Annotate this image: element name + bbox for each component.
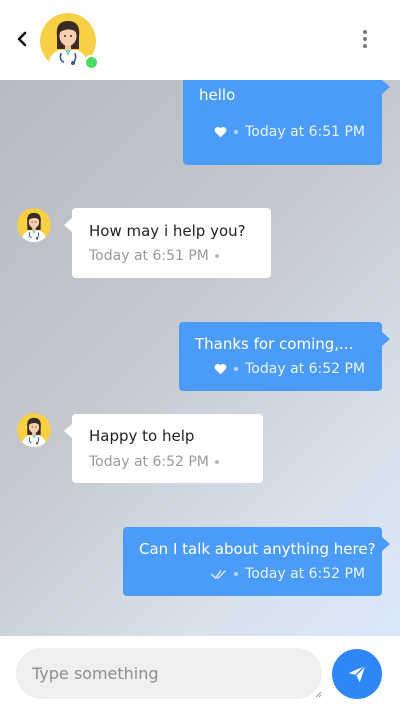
message-bubble-incoming[interactable]: Happy to help Today at 6:52 PM	[64, 414, 263, 483]
message-text: Thanks for coming,...	[195, 335, 354, 353]
heart-icon	[214, 126, 227, 138]
message-text: hello	[199, 86, 236, 104]
message-input[interactable]	[16, 648, 322, 699]
message-time: Today at 6:52 PM	[245, 566, 365, 582]
message-bubble-outgoing[interactable]: hello Today at 6:51 PM	[183, 80, 390, 165]
message-meta: Today at 6:52 PM	[211, 566, 365, 582]
more-vertical-icon	[356, 30, 374, 48]
resize-handle-icon	[315, 691, 322, 698]
message-meta: Today at 6:51 PM	[89, 248, 219, 264]
message-composer	[0, 636, 400, 710]
send-icon	[348, 665, 366, 683]
message-bubble-outgoing[interactable]: Can I talk about anything here? Today at…	[123, 527, 390, 596]
send-button[interactable]	[332, 649, 382, 699]
back-button[interactable]	[12, 26, 34, 52]
message-text: Can I talk about anything here?	[139, 540, 376, 558]
message-list[interactable]: hello Today at 6:51 PM How may i help yo…	[0, 80, 400, 636]
message-time: Today at 6:51 PM	[245, 124, 365, 140]
contact-avatar-small	[17, 208, 51, 242]
double-check-icon	[211, 569, 227, 579]
message-bubble-incoming[interactable]: How may i help you? Today at 6:51 PM	[64, 208, 271, 278]
message-time: Today at 6:51 PM	[89, 248, 209, 264]
chat-header	[0, 0, 400, 80]
more-options-button[interactable]	[356, 28, 374, 54]
message-meta: Today at 6:52 PM	[214, 361, 365, 377]
message-text: How may i help you?	[89, 222, 246, 240]
message-bubble-outgoing[interactable]: Thanks for coming,... Today at 6:52 PM	[179, 322, 390, 391]
message-meta: Today at 6:51 PM	[214, 124, 365, 140]
message-meta: Today at 6:52 PM	[89, 454, 219, 470]
online-status-indicator	[84, 55, 99, 70]
contact-avatar-small	[17, 413, 51, 447]
heart-icon	[214, 363, 227, 375]
message-time: Today at 6:52 PM	[245, 361, 365, 377]
message-time: Today at 6:52 PM	[89, 454, 209, 470]
message-text: Happy to help	[89, 427, 195, 445]
back-arrow-icon	[17, 31, 27, 47]
